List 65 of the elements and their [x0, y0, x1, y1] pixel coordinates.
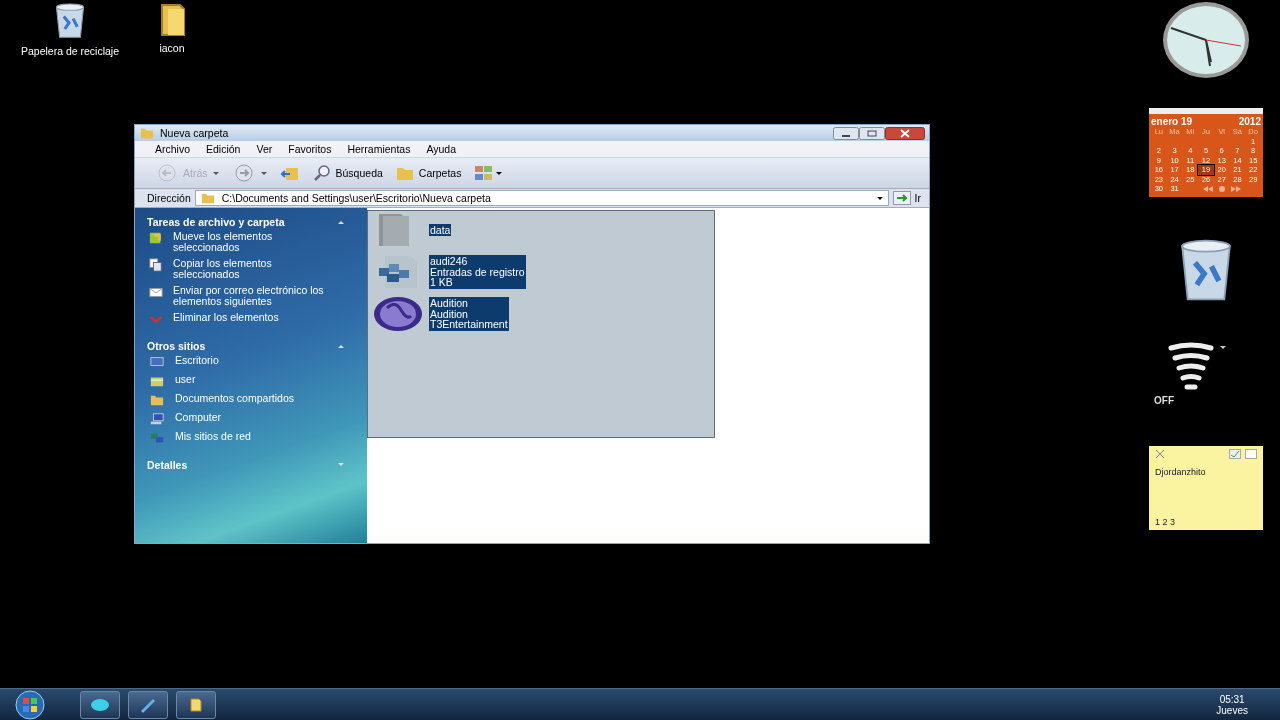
address-combo-box[interactable]: C:\Documents and Settings\user\Escritorio\Nueva carpeta: [194, 190, 889, 206]
task-link[interactable]: Mis sitios de red: [175, 431, 335, 442]
file-label[interactable]: Audition Audition T3Entertainment: [429, 297, 509, 331]
icon-label[interactable]: Papelera de reciclaje: [20, 45, 120, 58]
network-icon: [149, 431, 165, 445]
collapse-chevron-icon[interactable]: [337, 219, 345, 225]
menu-item[interactable]: Ayuda: [426, 143, 457, 155]
menu-item[interactable]: Edición: [206, 143, 241, 155]
task-link[interactable]: Eliminar los elementos: [173, 312, 333, 323]
move-icon: [149, 231, 163, 245]
views-icon: [473, 164, 504, 182]
previous-icon[interactable]: [1202, 185, 1213, 192]
clock-day[interactable]: Jueves: [1216, 704, 1248, 716]
icon-label[interactable]: iacon: [159, 42, 185, 54]
pane-title[interactable]: Otros sitios: [147, 340, 206, 352]
taskbar-button[interactable]: [128, 690, 168, 719]
taskbar-button[interactable]: [176, 690, 216, 719]
pane-title[interactable]: Detalles: [147, 459, 188, 471]
calendar-year: 2012: [1238, 116, 1261, 127]
caret-icon: [211, 169, 220, 177]
next-icon[interactable]: [1230, 185, 1241, 192]
menu-item[interactable]: Herramientas: [347, 143, 411, 155]
collapse-chevron-icon[interactable]: [337, 343, 345, 349]
caret-icon: [259, 169, 268, 177]
task-link[interactable]: Computer: [175, 412, 335, 423]
pane-title[interactable]: Tareas de archivo y carpeta: [147, 216, 285, 228]
task-link[interactable]: user: [175, 374, 335, 385]
chat-bubble-icon: [90, 696, 110, 713]
envelope-icon: [149, 285, 163, 299]
task-link[interactable]: Enviar por correo electrónico los elementos siguientes: [173, 285, 333, 307]
task-link[interactable]: Mueve los elementos seleccionados: [173, 231, 333, 253]
address-field[interactable]: C:\Documents and Settings\user\Escritorio\Nueva carpeta: [221, 192, 870, 204]
new-note-icon[interactable]: [1245, 448, 1257, 459]
arrow-icon: [892, 191, 911, 205]
task-link[interactable]: Documentos compartidos: [175, 393, 335, 404]
address-label: Dirección: [147, 192, 191, 204]
start-orb-icon[interactable]: [12, 689, 48, 720]
menu-item[interactable]: Ver: [256, 143, 273, 155]
taskbar-button[interactable]: [80, 690, 120, 719]
folders-button[interactable]: Carpetas: [392, 162, 464, 184]
clock-time[interactable]: 05:31: [1219, 693, 1245, 705]
close-button[interactable]: [885, 126, 925, 140]
copy-icon: [149, 258, 163, 272]
task-link[interactable]: Copiar los elementos seleccionados: [173, 258, 333, 280]
minimize-button[interactable]: [833, 126, 859, 140]
app-icon: [373, 296, 423, 332]
window-title: Nueva carpeta: [160, 127, 230, 139]
close-icon[interactable]: [1155, 448, 1165, 459]
note-text[interactable]: Djordanzhito: [1155, 458, 1257, 517]
computer-icon: [149, 412, 165, 426]
task-link[interactable]: Escritorio: [175, 355, 335, 366]
search-button[interactable]: Búsqueda: [309, 162, 385, 184]
calendar-month: enero 19: [1151, 116, 1193, 127]
menu-item[interactable]: Archivo: [155, 143, 190, 155]
expand-chevron-icon[interactable]: [337, 462, 345, 468]
menu-item[interactable]: Favoritos: [288, 143, 332, 155]
trash-bin-icon[interactable]: [53, 2, 87, 40]
caret-icon: [875, 194, 884, 202]
desktop-icon: [149, 355, 165, 369]
check-icon[interactable]: [1229, 448, 1241, 459]
file-label[interactable]: audi246 Entradas de registro 1 KB: [429, 255, 526, 289]
go-button[interactable]: Ir: [892, 191, 927, 205]
dot-icon[interactable]: [1218, 185, 1225, 192]
note-pages[interactable]: 1 2 3: [1155, 516, 1257, 527]
wifi-status: OFF: [1154, 394, 1174, 406]
